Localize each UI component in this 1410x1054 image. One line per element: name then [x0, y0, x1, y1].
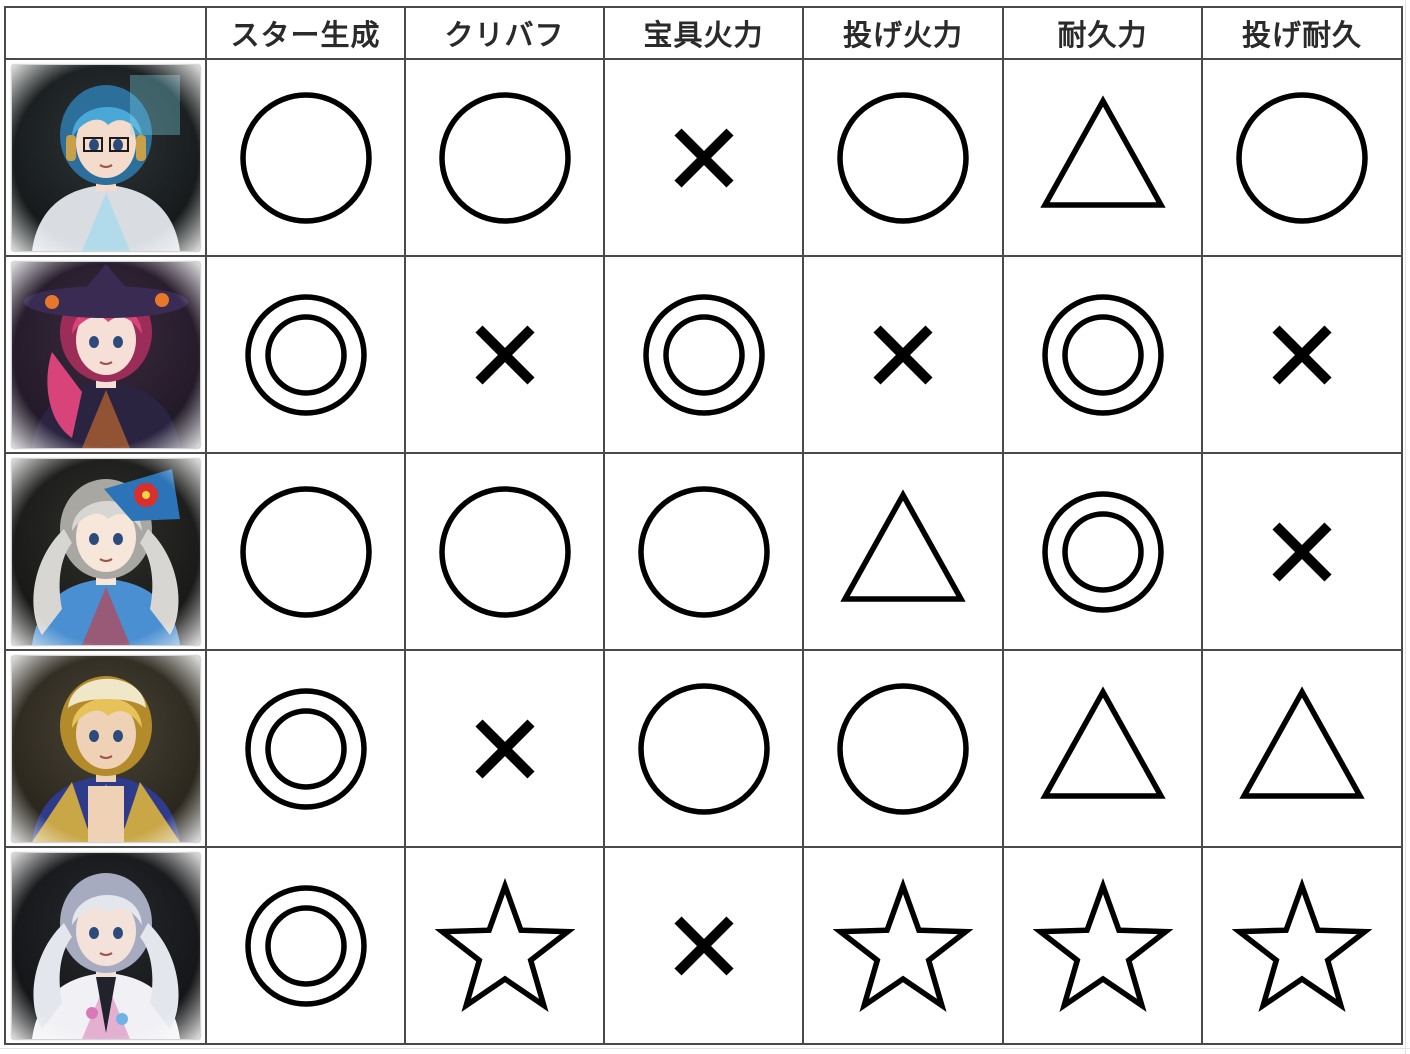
- triangle-icon: [1039, 94, 1166, 208]
- column-header: 宝具火力: [643, 18, 764, 52]
- rating-cell-durability[interactable]: [1002, 452, 1203, 651]
- portrait-cell[interactable]: [4, 58, 207, 257]
- column-header: 耐久力: [1057, 18, 1148, 52]
- portrait-cell[interactable]: [4, 452, 207, 651]
- circle-icon: [239, 91, 372, 224]
- portrait-art: [11, 458, 200, 645]
- cross-icon: [474, 324, 535, 385]
- portrait-art: [11, 64, 200, 251]
- cross-icon: [673, 915, 734, 976]
- rating-cell-np-damage[interactable]: [603, 846, 804, 1045]
- rating-cell-throw-durability[interactable]: [1201, 255, 1403, 454]
- portrait-art: [11, 852, 200, 1039]
- corner-cell[interactable]: [4, 6, 207, 60]
- rating-cell-durability[interactable]: [1002, 649, 1203, 848]
- rating-cell-throw-damage[interactable]: [802, 58, 1004, 257]
- column-header: 投げ耐久: [1241, 18, 1362, 52]
- double-circle-icon: [244, 687, 367, 810]
- servant-portrait-blond-hair-caster: [11, 655, 200, 842]
- rating-cell-throw-damage[interactable]: [802, 452, 1004, 651]
- rating-cell-throw-damage[interactable]: [802, 255, 1004, 454]
- rating-cell-star-gen[interactable]: [205, 255, 406, 454]
- servant-row: [4, 255, 1403, 454]
- rating-cell-crit-buff[interactable]: [404, 452, 605, 651]
- rating-cell-np-damage[interactable]: [603, 58, 804, 257]
- circle-icon: [837, 91, 969, 224]
- gridline: [1405, 0, 1406, 1054]
- double-circle-icon: [1041, 490, 1164, 613]
- triangle-icon: [840, 488, 966, 602]
- column-header: スター生成: [230, 18, 381, 52]
- header-cell-durability[interactable]: 耐久力: [1002, 6, 1203, 60]
- header-cell-throw-damage[interactable]: 投げ火力: [802, 6, 1004, 60]
- circle-icon: [637, 485, 770, 618]
- portrait-cell[interactable]: [4, 846, 207, 1045]
- rating-cell-throw-durability[interactable]: [1201, 846, 1403, 1045]
- rating-cell-star-gen[interactable]: [205, 846, 406, 1045]
- double-circle-icon: [244, 293, 367, 416]
- circle-icon: [837, 682, 969, 815]
- header-cell-star-gen[interactable]: スター生成: [205, 6, 406, 60]
- servant-portrait-pink-hair-witch-hat: [11, 261, 200, 448]
- circle-icon: [438, 91, 571, 224]
- circle-icon: [239, 485, 372, 618]
- rating-cell-np-damage[interactable]: [603, 255, 804, 454]
- header-cell-throw-durability[interactable]: 投げ耐久: [1201, 6, 1403, 60]
- column-header: クリバフ: [444, 18, 565, 52]
- circle-icon: [1236, 91, 1368, 224]
- rating-cell-star-gen[interactable]: [205, 649, 406, 848]
- servant-row: [4, 58, 1403, 257]
- star-icon: [833, 877, 973, 1012]
- rating-cell-crit-buff[interactable]: [404, 649, 605, 848]
- header-cell-np-damage[interactable]: 宝具火力: [603, 6, 804, 60]
- servant-row: [4, 649, 1403, 848]
- cross-icon: [1272, 521, 1332, 582]
- servant-row: [4, 452, 1403, 651]
- column-header: 投げ火力: [842, 18, 963, 52]
- rating-cell-durability[interactable]: [1002, 255, 1203, 454]
- portrait-cell[interactable]: [4, 255, 207, 454]
- rating-cell-throw-durability[interactable]: [1201, 649, 1403, 848]
- rating-table: スター生成 クリバフ 宝具火力 投げ火力 耐久力 投げ耐久: [4, 6, 1403, 1045]
- servant-portrait-white-hair-mage: [11, 852, 200, 1039]
- rating-sheet: スター生成 クリバフ 宝具火力 投げ火力 耐久力 投げ耐久: [0, 0, 1410, 1054]
- rating-cell-star-gen[interactable]: [205, 452, 406, 651]
- rating-cell-throw-damage[interactable]: [802, 846, 1004, 1045]
- star-icon: [434, 877, 575, 1012]
- rating-cell-star-gen[interactable]: [205, 58, 406, 257]
- servant-portrait-blue-hair-glasses-headphones: [11, 64, 200, 251]
- servant-row: [4, 846, 1403, 1045]
- cross-icon: [673, 127, 734, 188]
- rating-cell-durability[interactable]: [1002, 58, 1203, 257]
- rating-cell-durability[interactable]: [1002, 846, 1203, 1045]
- header-cell-crit-buff[interactable]: クリバフ: [404, 6, 605, 60]
- portrait-art: [11, 655, 200, 842]
- star-icon: [1032, 877, 1173, 1012]
- rating-cell-crit-buff[interactable]: [404, 255, 605, 454]
- rating-cell-crit-buff[interactable]: [404, 58, 605, 257]
- circle-icon: [637, 682, 770, 815]
- servant-portrait-white-hair-swimsuit: [11, 458, 200, 645]
- rating-cell-throw-damage[interactable]: [802, 649, 1004, 848]
- double-circle-icon: [1041, 293, 1164, 416]
- header-row: スター生成 クリバフ 宝具火力 投げ火力 耐久力 投げ耐久: [4, 6, 1403, 60]
- cross-icon: [873, 324, 933, 385]
- triangle-icon: [1039, 685, 1166, 799]
- rating-cell-np-damage[interactable]: [603, 649, 804, 848]
- rating-cell-throw-durability[interactable]: [1201, 58, 1403, 257]
- rating-cell-np-damage[interactable]: [603, 452, 804, 651]
- double-circle-icon: [244, 884, 367, 1007]
- rating-cell-throw-durability[interactable]: [1201, 452, 1403, 651]
- star-icon: [1232, 877, 1372, 1012]
- gridline: [0, 1048, 1410, 1049]
- rating-cell-crit-buff[interactable]: [404, 846, 605, 1045]
- triangle-icon: [1239, 685, 1365, 799]
- cross-icon: [1272, 324, 1332, 385]
- cross-icon: [474, 718, 535, 779]
- circle-icon: [438, 485, 571, 618]
- double-circle-icon: [642, 293, 765, 416]
- portrait-cell[interactable]: [4, 649, 207, 848]
- portrait-art: [11, 261, 200, 448]
